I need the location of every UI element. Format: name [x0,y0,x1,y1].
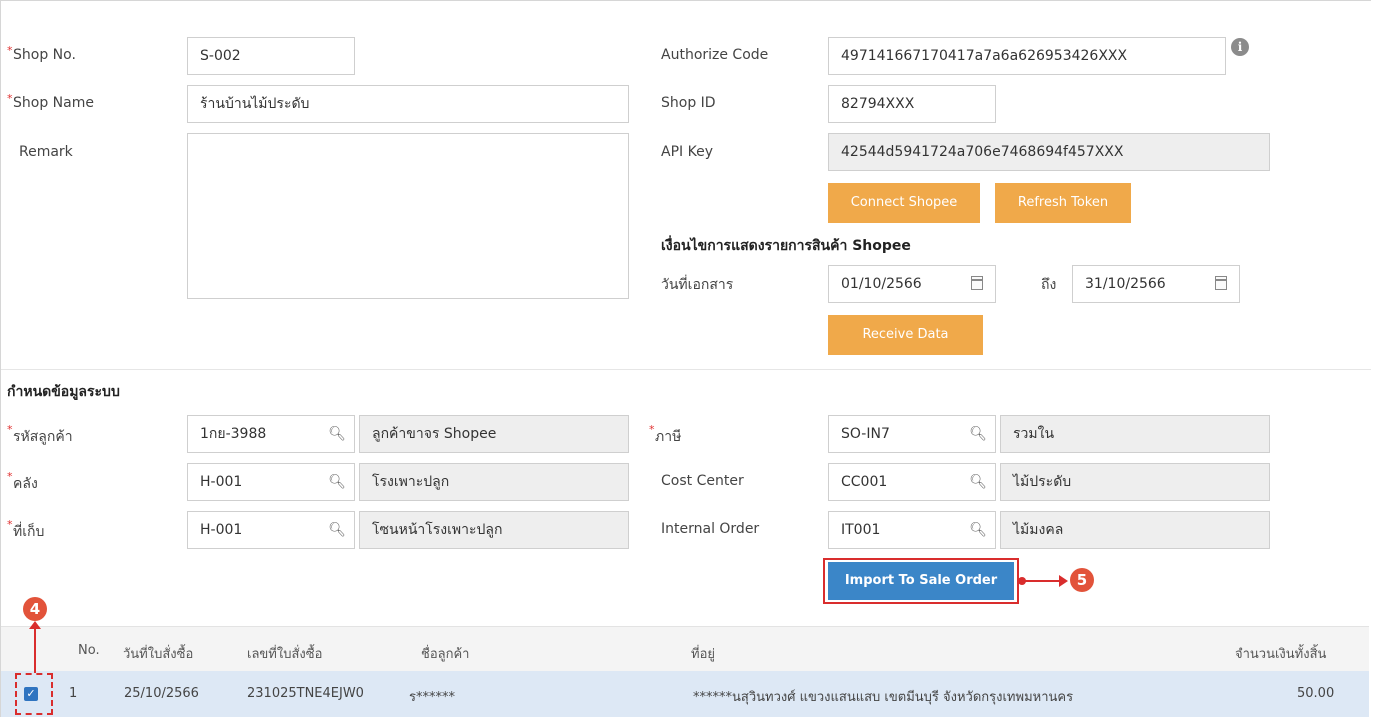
location-code-input[interactable]: H-001 🔍︎ [187,511,355,549]
search-icon[interactable]: 🔍︎ [328,512,346,548]
customer-name-display: ลูกค้าขาจร Shopee [359,415,629,453]
arrow-head [1059,575,1068,587]
header-order-date: วันที่ใบสั่งซื้อ [123,647,194,662]
tax-name-display: รวมใน [1000,415,1270,453]
arrow-dot [1018,577,1026,585]
api-key-input: 42544d5941724a706e7468694f457XXX [828,133,1270,171]
cell-order-no: 231025TNE4EJW0 [247,686,364,701]
location-label: * ที่เก็บ [7,518,45,540]
arrow-head-4 [29,621,41,629]
cell-total: 50.00 [1297,686,1335,701]
remark-textarea[interactable] [187,133,629,299]
authorize-code-label: Authorize Code [661,47,769,63]
header-order-no: เลขที่ใบสั่งซื้อ [247,647,323,662]
import-to-sale-order-button[interactable]: Import To Sale Order [828,562,1014,600]
warehouse-code-input[interactable]: H-001 🔍︎ [187,463,355,501]
internal-order-name-display: ไม้มงคล [1000,511,1270,549]
search-icon[interactable]: 🔍︎ [328,416,346,452]
cost-center-label: Cost Center [661,473,744,489]
shop-name-input[interactable]: ร้านบ้านไม้ประดับ [187,85,629,123]
to-label: ถึง [1041,277,1057,293]
shop-settings-panel: * Shop No. S-002 * Shop Name ร้านบ้านไม้ปร… [0,0,1371,717]
header-no: No. [78,643,100,658]
header-address: ที่อยู่ [691,647,715,662]
checkbox-highlight-box [15,673,53,715]
section-divider [1,369,1371,370]
receive-data-button[interactable]: Receive Data [828,315,983,355]
shop-id-input[interactable]: 82794XXX [828,85,996,123]
tax-label: * ภาษี [649,423,682,445]
date-from-input[interactable]: 01/10/2566 [828,265,996,303]
cell-order-date: 25/10/2566 [124,686,199,701]
header-total: จำนวนเงินทั้งสิ้น [1235,647,1327,662]
internal-order-label: Internal Order [661,521,760,537]
shop-id-label: Shop ID [661,95,716,111]
customer-label: * รหัสลูกค้า [7,423,73,445]
header-customer: ชื่อลูกค้า [421,647,470,662]
tax-code-input[interactable]: SO-IN7 🔍︎ [828,415,996,453]
shop-no-label: * Shop No. [7,44,76,63]
authorize-code-input[interactable]: 497141667170417a7a6a626953426XXX [828,37,1226,75]
condition-title: เงื่อนไขการแสดงรายการสินค้า Shopee [661,238,911,254]
arrow-line-4 [34,623,36,673]
api-key-label: API Key [661,144,713,160]
cell-no: 1 [69,686,78,701]
arrow-line [1021,580,1063,582]
calendar-icon[interactable] [1215,276,1227,290]
date-to-input[interactable]: 31/10/2566 [1072,265,1240,303]
search-icon[interactable]: 🔍︎ [969,464,987,500]
search-icon[interactable]: 🔍︎ [969,416,987,452]
cost-center-name-display: ไม้ประดับ [1000,463,1270,501]
shop-no-input[interactable]: S-002 [187,37,355,75]
remark-label: Remark [19,144,73,160]
location-name-display: โซนหน้าโรงเพาะปลูก [359,511,629,549]
customer-code-input[interactable]: 1กย-3988 🔍︎ [187,415,355,453]
calendar-icon[interactable] [971,276,983,290]
table-header [1,626,1369,672]
search-icon[interactable]: 🔍︎ [328,464,346,500]
warehouse-name-display: โรงเพาะปลูก [359,463,629,501]
callout-4: 4 [23,597,47,621]
info-icon[interactable]: i [1231,38,1249,56]
table-row[interactable] [1,671,1369,717]
callout-5: 5 [1070,568,1094,592]
cell-address: ******นสุวินทวงศ์ แขวงแสนแสบ เขตมีนบุรี … [693,690,1074,705]
doc-date-label: วันที่เอกสาร [661,277,734,293]
internal-order-code-input[interactable]: IT001 🔍︎ [828,511,996,549]
connect-shopee-button[interactable]: Connect Shopee [828,183,980,223]
cost-center-code-input[interactable]: CC001 🔍︎ [828,463,996,501]
system-config-title: กำหนดข้อมูลระบบ [7,384,120,400]
cell-customer: ร****** [409,690,455,705]
refresh-token-button[interactable]: Refresh Token [995,183,1131,223]
shop-name-label: * Shop Name [7,92,94,111]
search-icon[interactable]: 🔍︎ [969,512,987,548]
warehouse-label: * คลัง [7,470,38,492]
